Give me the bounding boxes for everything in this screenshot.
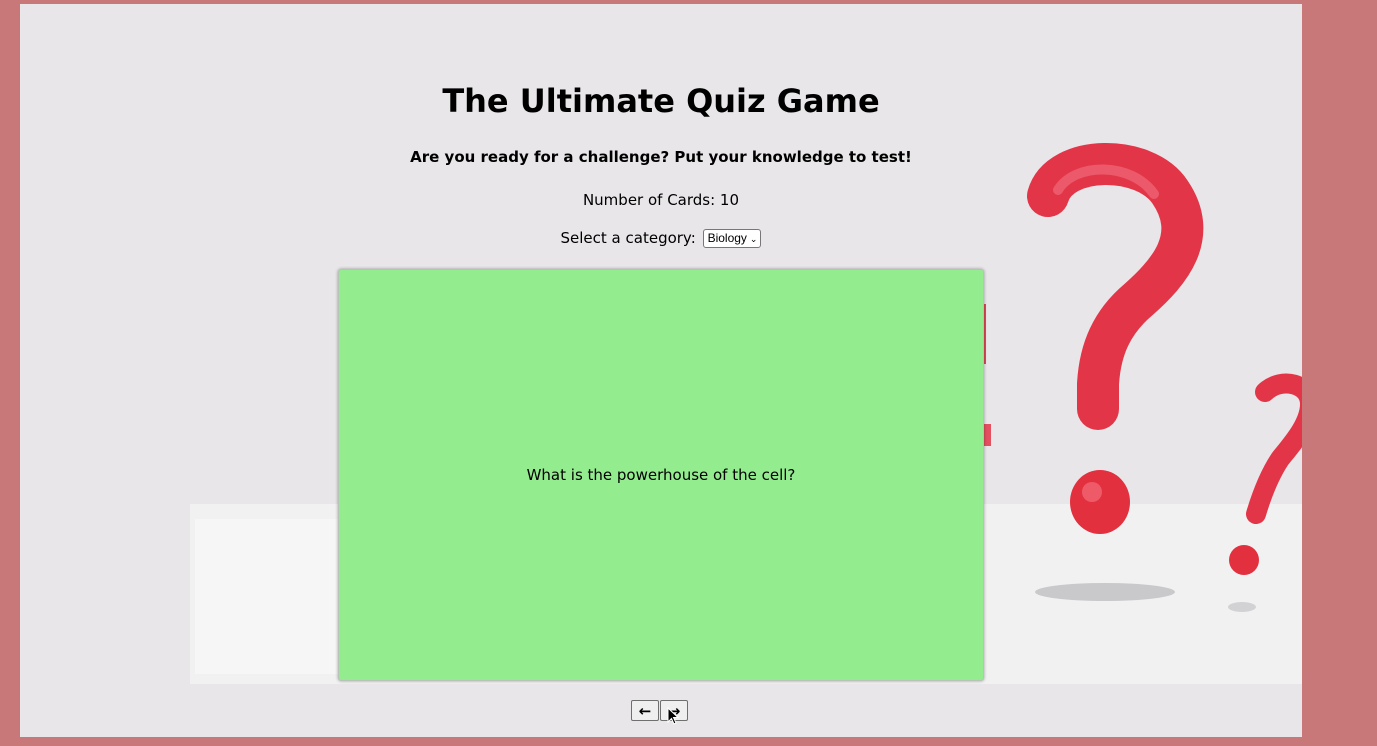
- category-label: Select a category:: [560, 229, 696, 247]
- page: The Ultimate Quiz Game Are you ready for…: [20, 4, 1302, 737]
- page-subtitle: Are you ready for a challenge? Put your …: [410, 148, 912, 166]
- card-question: What is the powerhouse of the cell?: [526, 466, 796, 484]
- previous-card-button[interactable]: ←: [631, 700, 659, 721]
- mouse-cursor-icon: [667, 707, 679, 725]
- category-select[interactable]: Biology ⌄: [702, 229, 762, 248]
- category-row: Select a category: Biology ⌄: [20, 229, 1302, 248]
- chevron-down-icon: ⌄: [749, 234, 758, 244]
- page-title: The Ultimate Quiz Game: [442, 82, 880, 120]
- card-count-label: Number of Cards: 10: [582, 191, 740, 209]
- card-navigation: ← →: [631, 700, 688, 722]
- category-select-value: Biology: [707, 231, 747, 245]
- arrow-left-icon: ←: [638, 701, 652, 720]
- flashcard[interactable]: What is the powerhouse of the cell?: [338, 269, 984, 681]
